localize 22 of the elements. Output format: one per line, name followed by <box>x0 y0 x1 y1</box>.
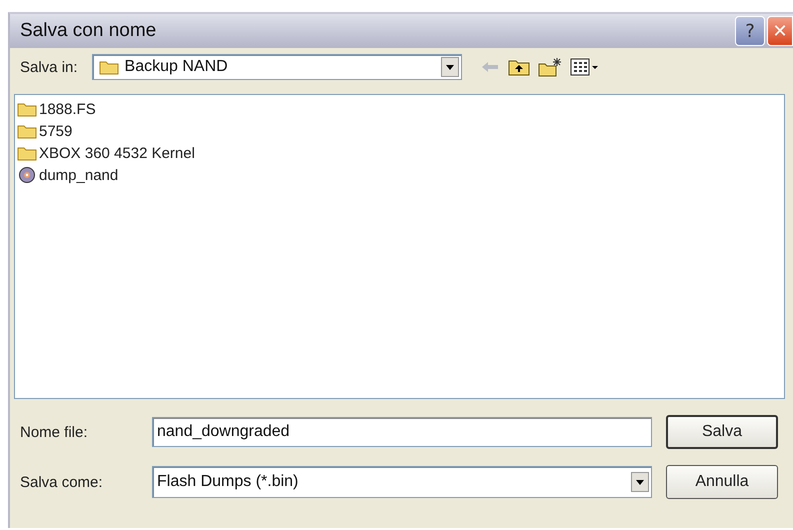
file-type-dropdown[interactable]: Flash Dumps (*.bin) <box>152 466 652 498</box>
cancel-button[interactable]: Annulla <box>666 465 778 499</box>
folder-up-icon[interactable] <box>508 58 530 76</box>
save-in-label: Salva in: <box>20 58 78 76</box>
folder-icon <box>17 101 37 117</box>
save-in-dropdown[interactable]: Backup NAND <box>92 54 462 80</box>
folder-icon <box>98 59 119 75</box>
folder-name[interactable]: 1888.FS <box>39 100 96 118</box>
help-button[interactable]: ? <box>735 16 765 46</box>
save-button[interactable]: Salva <box>666 415 778 449</box>
file-name-label: Nome file: <box>20 424 89 440</box>
file-name-field[interactable]: nand_downgraded <box>152 417 652 447</box>
folder-icon <box>17 145 37 161</box>
folder-name[interactable]: XBOX 360 4532 Kernel <box>39 144 195 162</box>
view-menu-icon[interactable] <box>570 58 600 76</box>
disc-icon <box>17 167 37 183</box>
new-folder-icon[interactable] <box>538 57 562 77</box>
folder-icon <box>17 123 37 139</box>
window-title: Salva con nome <box>20 20 156 42</box>
file-name[interactable]: dump_nand <box>39 166 118 184</box>
folder-name[interactable]: 5759 <box>39 122 72 140</box>
save-as-type-label: Salva come: <box>20 474 104 490</box>
